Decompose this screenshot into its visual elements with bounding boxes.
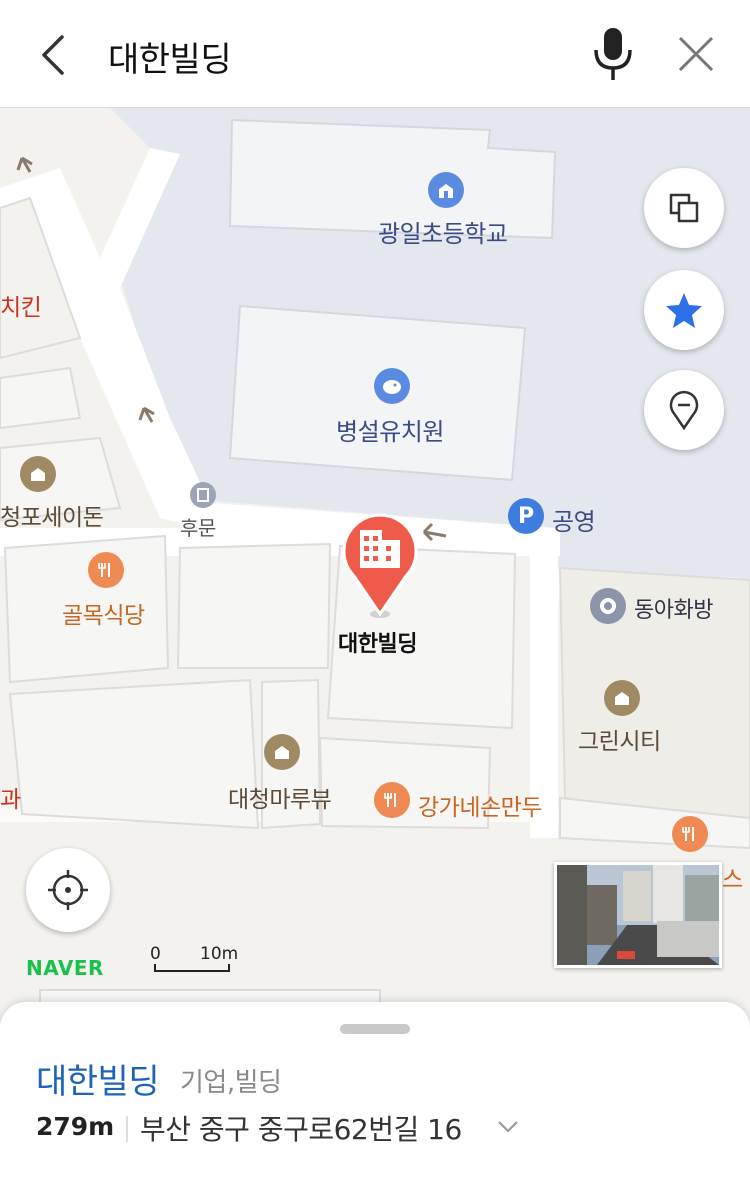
kindergarten-icon[interactable] [374,368,410,404]
gate-icon[interactable] [190,482,216,508]
close-icon [678,36,714,72]
school-label[interactable]: 광일초등학교 [378,214,508,249]
shop-icon[interactable] [590,588,626,624]
place-category: 기업,빌딩 [180,1068,282,1098]
restaurant-icon[interactable] [88,552,124,588]
selected-place-marker[interactable] [338,510,422,620]
apartment-icon-2[interactable] [264,734,300,770]
microphone-icon [594,28,632,80]
search-input[interactable]: 대한빌딩 [108,32,232,81]
favorite-button[interactable] [644,270,724,350]
ganga-label[interactable]: 강가네손만두 [418,788,542,822]
school-icon[interactable] [428,172,464,208]
place-distance: 279m [36,1112,115,1141]
map-app: 대한빌딩 광일초등학교 병설유치원 치킨 청포세이돈 후문 골목식당 P 공영 … [0,0,750,1182]
map-scale: 0 10m [150,944,240,974]
crosshair-icon [48,870,88,910]
restaurant-icon-2[interactable] [374,782,410,818]
golmok-label[interactable]: 골목식당 [62,596,145,630]
street-view-image [557,865,719,965]
naver-logo: NAVER [26,956,104,980]
place-address[interactable]: 부산 중구 중구로62번길 16 [140,1108,462,1148]
clear-search-button[interactable] [672,30,720,78]
parking-icon[interactable]: P [508,498,544,534]
sheet-drag-handle[interactable] [340,1024,410,1034]
search-bar: 대한빌딩 [0,0,750,108]
chevron-left-icon [42,35,64,75]
voice-search-button[interactable] [588,26,638,84]
place-summary-sheet[interactable]: 대한빌딩 기업,빌딩 279m 부산 중구 중구로62번길 16 [0,1002,750,1182]
building-marker-icon [342,513,418,618]
scale-start: 0 [150,944,161,964]
scale-bar [154,964,230,972]
selected-place-label[interactable]: 대한빌딩 [338,626,417,658]
gwa-label[interactable]: 과 [0,780,21,814]
layers-icon [669,193,699,223]
partial-label[interactable]: 스 [722,860,743,894]
chevron-down-icon [498,1121,518,1133]
restaurant-icon-3[interactable] [672,816,708,852]
my-location-button[interactable] [26,848,110,932]
back-gate-label[interactable]: 후문 [180,512,216,541]
back-button[interactable] [28,28,78,82]
map-pin-icon [669,390,699,430]
kindergarten-label[interactable]: 병설유치원 [336,412,444,447]
star-icon [666,293,702,328]
daecheong-label[interactable]: 대청마루뷰 [228,780,332,814]
cheongpo-label[interactable]: 청포세이돈 [0,498,104,532]
street-view-thumbnail[interactable] [554,862,722,968]
parking-label[interactable]: 공영 [552,502,596,537]
place-name[interactable]: 대한빌딩 [36,1054,160,1103]
building-icon[interactable] [20,456,56,492]
layers-button[interactable] [644,168,724,248]
address-expand-button[interactable] [496,1118,520,1136]
location-pin-button[interactable] [644,370,724,450]
divider [126,1116,128,1142]
chicken-label[interactable]: 치킨 [0,288,42,322]
green-city-label[interactable]: 그린시티 [578,722,661,756]
apartment-icon[interactable] [604,680,640,716]
donga-label[interactable]: 동아화방 [634,592,713,624]
scale-end: 10m [200,944,239,964]
